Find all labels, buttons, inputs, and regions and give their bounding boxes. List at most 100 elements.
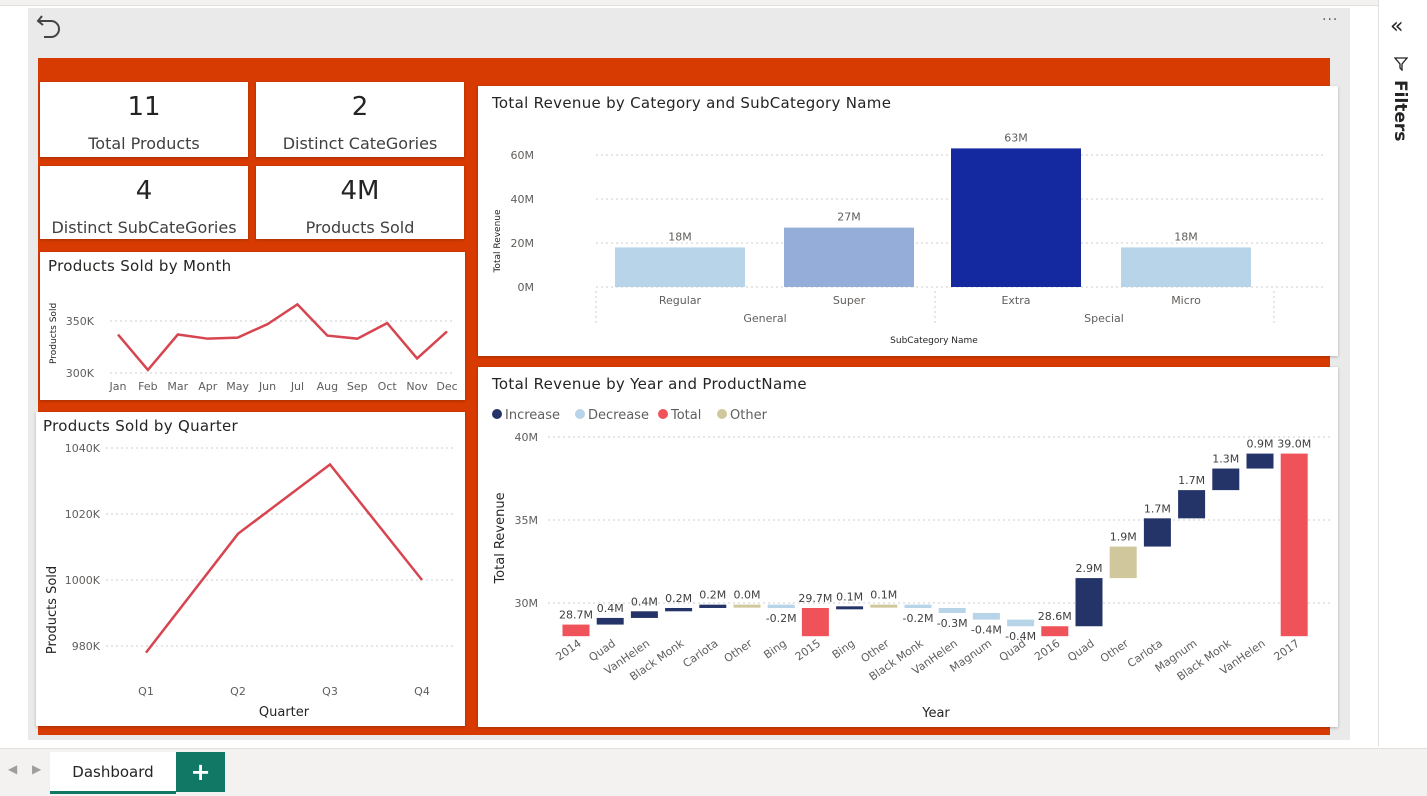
x-tick-label: 2017 [1272, 637, 1302, 664]
waterfall-bar [1109, 546, 1137, 579]
group-label: General [743, 312, 786, 325]
kpi-total-products[interactable]: 11 Total Products [40, 82, 248, 157]
legend-label: Total [670, 408, 701, 423]
y-axis-title: Products Sold [45, 566, 60, 654]
data-label: 0.0M [734, 589, 761, 602]
x-tick-label: Carlota [680, 637, 720, 670]
group-label: Special [1084, 312, 1124, 325]
waterfall-bar [1007, 619, 1035, 627]
waterfall-bar [1212, 468, 1240, 491]
x-tick-label: Super [833, 294, 866, 307]
y-axis-title: Products Sold [49, 303, 59, 364]
x-axis-title: SubCategory Name [890, 336, 978, 346]
x-tick-label: Q1 [138, 685, 154, 698]
quarter-line-chart: 1040K 1020K 1000K 980K Products Sold Q1 Q2 Q3 Q4… [45, 442, 456, 720]
x-tick-label: 2014 [553, 637, 583, 664]
waterfall-bar [870, 604, 898, 608]
x-tick-label: Jul [290, 380, 304, 393]
kpi-label: Distinct SubCateGories [51, 218, 237, 237]
legend-marker [575, 409, 585, 419]
waterfall-bar [1143, 518, 1171, 547]
legend-label: Decrease [588, 408, 649, 423]
x-tick-label: Mar [167, 380, 188, 393]
bar [951, 148, 1081, 287]
waterfall-bar [801, 607, 829, 637]
waterfall-bar [1280, 453, 1308, 637]
data-label: 29.7M [798, 592, 832, 605]
waterfall-bar [1246, 453, 1274, 469]
y-tick-label: 40M [511, 193, 535, 206]
prev-page-icon[interactable]: ◀ [8, 762, 17, 776]
x-tick-label: Q2 [230, 685, 246, 698]
data-label: 0.1M [836, 590, 863, 603]
y-tick-label: 350K [66, 315, 95, 328]
data-label: 2.9M [1076, 562, 1103, 575]
x-tick-label: Feb [138, 380, 157, 393]
data-label: 18M [668, 230, 692, 243]
x-tick-label: Q3 [322, 685, 338, 698]
tab-dashboard[interactable]: Dashboard [50, 752, 176, 794]
undo-icon[interactable] [34, 10, 64, 40]
data-label: 1.7M [1144, 502, 1171, 515]
x-tick-label: Aug [317, 380, 338, 393]
filter-icon[interactable] [1394, 57, 1408, 71]
y-tick-label: 0M [518, 281, 535, 294]
products-by-month-visual[interactable]: Products Sold by Month 350K 300K Products … [40, 252, 465, 400]
y-tick-label: 60M [511, 149, 535, 162]
x-tick-label: Quad [1065, 637, 1097, 664]
legend-marker [717, 409, 727, 419]
data-label: 0.2M [665, 592, 692, 605]
data-label: 63M [1004, 131, 1028, 144]
y-tick-label: 30M [515, 597, 539, 610]
x-tick-label: Bing [830, 637, 858, 662]
add-page-button[interactable]: + [176, 752, 225, 792]
waterfall-bar [938, 607, 966, 613]
collapse-pane-icon[interactable]: « [1390, 14, 1403, 39]
x-tick-label: Jan [109, 380, 127, 393]
waterfall-chart: Increase Decrease Total Other 40M 35M 30M Total… [492, 408, 1330, 721]
kpi-value: 2 [351, 92, 369, 122]
y-tick-label: 1020K [65, 508, 101, 521]
waterfall-bar [699, 604, 727, 608]
x-tick-label: Oct [378, 380, 398, 393]
legend-marker [492, 409, 502, 419]
data-label: -0.2M [766, 612, 797, 625]
y-tick-label: 980K [72, 640, 101, 653]
kpi-label: Products Sold [305, 218, 415, 237]
x-tick-label: Dec [436, 380, 457, 393]
data-label: 27M [837, 211, 861, 224]
kpi-value: 4 [135, 176, 153, 206]
waterfall-bar [562, 624, 590, 637]
data-label: 0.2M [699, 589, 726, 602]
filters-label[interactable]: Filters [1390, 80, 1410, 141]
bar [784, 227, 914, 287]
kpi-products-sold[interactable]: 4M Products Sold [256, 166, 464, 239]
x-tick-label: Micro [1171, 294, 1201, 307]
kpi-label: Total Products [88, 134, 200, 153]
x-tick-label: 2016 [1032, 637, 1062, 664]
data-label: 0.1M [870, 589, 897, 602]
revenue-by-year-visual[interactable]: Total Revenue by Year and ProductName In… [478, 367, 1338, 727]
data-label: 1.7M [1178, 474, 1205, 487]
waterfall-bar [733, 604, 761, 608]
bar [615, 247, 745, 287]
x-axis-title: Quarter [259, 705, 310, 720]
revenue-by-category-visual[interactable]: Total Revenue by Category and SubCategor… [478, 86, 1338, 356]
y-tick-label: 1040K [65, 442, 101, 455]
kpi-value: 11 [127, 92, 161, 122]
kpi-distinct-subcategories[interactable]: 4 Distinct SubCateGories [40, 166, 248, 239]
more-options-icon[interactable]: ··· [1322, 12, 1338, 28]
kpi-label: Distinct CateGories [282, 134, 438, 153]
products-by-quarter-visual[interactable]: Products Sold by Quarter 1040K 1020K 1000K… [36, 412, 465, 726]
x-tick-label: Other [722, 637, 755, 666]
y-tick-label: 300K [66, 367, 95, 380]
next-page-icon[interactable]: ▶ [32, 762, 41, 776]
x-tick-label: Regular [659, 294, 702, 307]
waterfall-bar [1075, 578, 1103, 627]
y-tick-label: 35M [515, 514, 539, 527]
kpi-distinct-categories[interactable]: 2 Distinct CateGories [256, 82, 464, 157]
x-tick-label: Sep [347, 380, 368, 393]
waterfall-bar [904, 604, 932, 608]
legend-label: Increase [505, 408, 560, 423]
legend-label: Other [730, 408, 768, 423]
